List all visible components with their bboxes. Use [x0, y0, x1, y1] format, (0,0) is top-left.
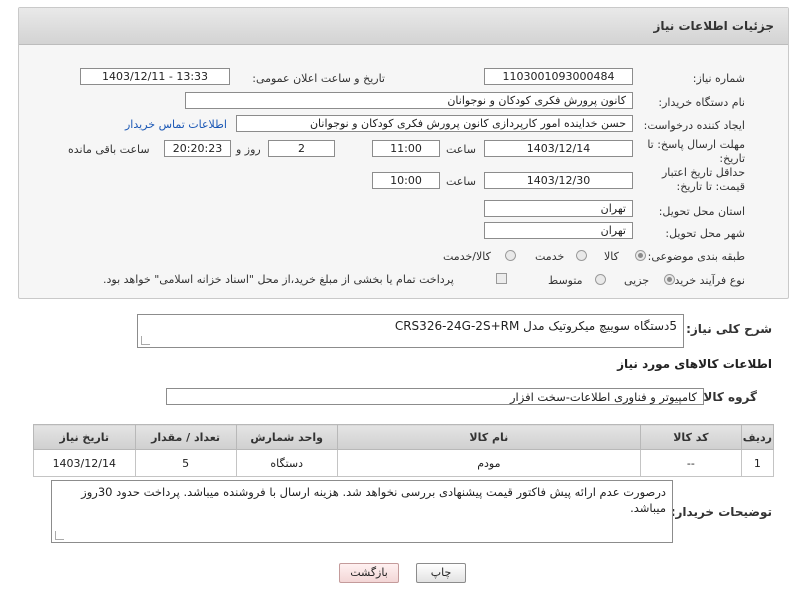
summary-text: 5دستگاه سوییچ میکروتیک مدل CRS326-24G-2S…	[394, 319, 677, 333]
col-header-code: کد کالا	[639, 424, 742, 450]
goods-table: ردیف کد کالا نام کالا واحد شمارش تعداد /…	[33, 424, 775, 477]
creator-field[interactable]: حسن خداینده امور کارپردازی کانون پرورش ف…	[236, 115, 633, 132]
need-number-field[interactable]: 1103001093000484	[484, 68, 633, 85]
summary-textarea[interactable]: 5دستگاه سوییچ میکروتیک مدل CRS326-24G-2S…	[137, 314, 684, 348]
deadline-time-label: ساعت	[446, 143, 476, 156]
process-option-medium: متوسط	[548, 274, 583, 287]
days-field[interactable]: 2	[268, 140, 335, 157]
category-option-service: خدمت	[535, 250, 565, 263]
col-header-quantity: تعداد / مقدار	[134, 424, 237, 450]
validity-date-field[interactable]: 1403/12/30	[484, 172, 633, 189]
goods-group-field[interactable]: کامپیوتر و فناوری اطلاعات-سخت افزار	[166, 388, 704, 405]
resize-handle[interactable]	[141, 336, 150, 345]
city-label: شهر محل تحویل:	[665, 227, 745, 240]
process-radio-minor[interactable]	[664, 274, 675, 285]
remaining-label: ساعت باقی مانده	[68, 143, 150, 156]
cell-code: --	[639, 449, 742, 477]
print-button[interactable]: چاپ	[416, 563, 466, 583]
goods-section-title: اطلاعات کالاهای مورد نیاز	[617, 357, 772, 371]
validity-time-label: ساعت	[446, 175, 476, 188]
col-header-name: نام کالا	[336, 424, 641, 450]
process-label: نوع فرآیند خرید :	[667, 274, 745, 287]
summary-label: شرح کلی نیاز:	[686, 322, 772, 336]
cell-name: مودم	[336, 449, 641, 477]
need-number-label: شماره نیاز:	[692, 72, 745, 85]
category-option-goods: کالا	[604, 250, 619, 263]
validity-time-field[interactable]: 10:00	[372, 172, 440, 189]
cell-quantity: 5	[134, 449, 237, 477]
announce-field[interactable]: 1403/12/11 - 13:33	[80, 68, 230, 85]
province-field[interactable]: تهران	[484, 200, 633, 217]
category-radio-goods-service[interactable]	[505, 250, 516, 261]
treasury-payment-note: پرداخت تمام یا بخشی از مبلغ خرید،از محل …	[103, 273, 454, 286]
resize-handle[interactable]	[55, 531, 64, 540]
buyer-notes-textarea[interactable]: درصورت عدم ارائه پیش فاکتور قیمت پیشنهاد…	[51, 480, 673, 543]
announce-label: تاریخ و ساعت اعلان عمومی:	[252, 72, 385, 85]
buyer-notes-label: توضیحات خریدار:	[670, 505, 772, 519]
province-label: استان محل تحویل:	[658, 205, 745, 218]
cell-unit: دستگاه	[235, 449, 338, 477]
buyer-notes-text: درصورت عدم ارائه پیش فاکتور قیمت پیشنهاد…	[81, 485, 666, 515]
deadline-label: مهلت ارسال پاسخ: تا تاریخ:	[647, 138, 745, 165]
days-label: روز و	[236, 143, 261, 156]
category-option-goods-service: کالا/خدمت	[443, 250, 491, 263]
col-header-unit: واحد شمارش	[235, 424, 338, 450]
panel-title: جزئیات اطلاعات نیاز	[653, 19, 774, 33]
creator-label: ایجاد کننده درخواست:	[643, 119, 745, 132]
cell-row-number: 1	[740, 449, 775, 477]
goods-group-label: گروه کالا:	[698, 390, 757, 404]
panel-header: جزئیات اطلاعات نیاز	[19, 8, 788, 45]
cell-date: 1403/12/14	[33, 449, 136, 477]
back-button[interactable]: بازگشت	[339, 563, 399, 583]
category-radio-service[interactable]	[576, 250, 587, 261]
process-option-minor: جزیی	[624, 274, 650, 287]
col-header-date: تاریخ نیاز	[33, 424, 136, 450]
remaining-time-field[interactable]: 20:20:23	[164, 140, 231, 157]
buyer-field[interactable]: کانون پرورش فکری کودکان و نوجوانان	[185, 92, 633, 109]
deadline-date-field[interactable]: 1403/12/14	[484, 140, 633, 157]
buyer-contact-link[interactable]: اطلاعات تماس خریدار	[125, 118, 227, 131]
table-row[interactable]: 1 -- مودم دستگاه 5 1403/12/14	[33, 449, 775, 477]
validity-label: حداقل تاریخ اعتبار قیمت: تا تاریخ:	[661, 166, 745, 193]
treasury-payment-checkbox[interactable]	[496, 273, 507, 284]
city-field[interactable]: تهران	[484, 222, 633, 239]
buyer-label: نام دستگاه خریدار:	[658, 96, 745, 109]
category-radio-goods[interactable]	[635, 250, 646, 261]
category-label: طبقه بندی موضوعی:	[647, 250, 745, 263]
col-header-row: ردیف	[740, 424, 775, 450]
deadline-time-field[interactable]: 11:00	[372, 140, 440, 157]
process-radio-medium[interactable]	[595, 274, 606, 285]
